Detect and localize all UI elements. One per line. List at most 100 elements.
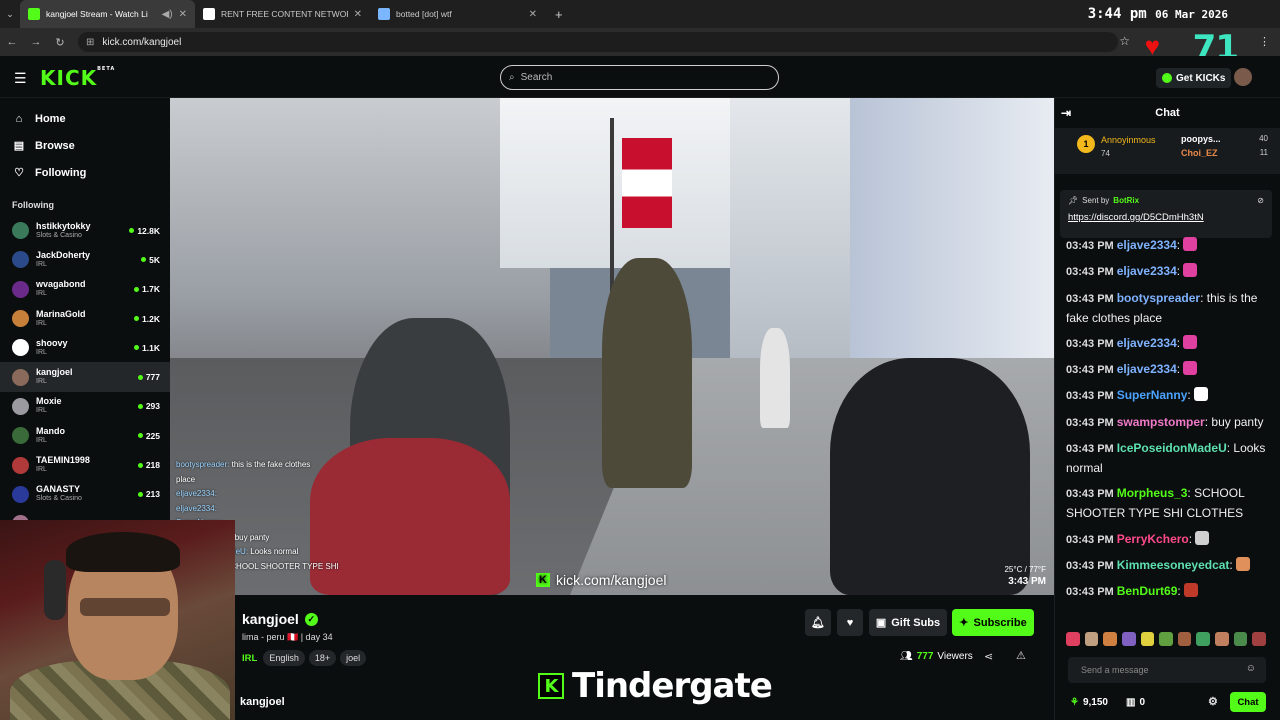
following-item[interactable]: Mando IRL 225	[0, 421, 170, 450]
chat-username[interactable]: IcePoseidonMadeU	[1117, 441, 1227, 455]
report-icon[interactable]: ⚠	[1016, 649, 1026, 662]
close-tab-icon[interactable]: ✕	[529, 9, 537, 20]
chat-message[interactable]: 03:43 PM BenDurt69:	[1066, 582, 1266, 602]
chat-message[interactable]: 03:43 PM bootyspreader: this is the fake …	[1066, 289, 1266, 328]
chat-message[interactable]: 03:43 PM SuperNanny:	[1066, 386, 1266, 406]
following-item[interactable]: shoovy IRL 1.1K	[0, 333, 170, 362]
chat-username[interactable]: Kimmeesoneyedcat	[1117, 558, 1230, 572]
chat-username[interactable]: Morpheus_3	[1117, 486, 1188, 500]
chat-username[interactable]: eljave2334	[1117, 264, 1177, 278]
chat-username[interactable]: PerryKchero	[1117, 532, 1189, 546]
chat-message[interactable]: 03:43 PM IcePoseidonMadeU: Looks normal	[1066, 439, 1266, 478]
emote-icon[interactable]	[1140, 632, 1155, 646]
chat-settings-icon[interactable]: ⚙	[1208, 695, 1218, 708]
send-chat-button[interactable]: Chat	[1230, 692, 1266, 712]
url-field[interactable]: ⊞ kick.com/kangjoel	[78, 32, 1118, 52]
emoji-icon[interactable]: ☺	[1246, 663, 1256, 674]
pinned-message[interactable]: 📌︎ Sent by BotRix ⊘ https://discord.gg/D5CD…	[1060, 190, 1272, 238]
chat-input[interactable]: Send a message ☺	[1068, 657, 1266, 683]
emote-icon[interactable]	[1233, 632, 1248, 646]
following-item[interactable]: hstikkytokky Slots & Casino 12.8K	[0, 216, 170, 245]
following-item[interactable]: TAEMIN1998 IRL 218	[0, 450, 170, 479]
hide-pin-icon[interactable]: ⊘	[1257, 196, 1264, 205]
following-item[interactable]: wvagabond IRL 1.7K	[0, 275, 170, 304]
tag-chip[interactable]: English	[263, 650, 305, 666]
clock-overlay: 3:44 pm 06 Mar 2026	[1088, 6, 1228, 22]
close-tab-icon[interactable]: ✕	[179, 9, 187, 20]
bookmark-star-icon[interactable]: ☆	[1119, 34, 1130, 48]
chat-message[interactable]: 03:43 PM PerryKchero:	[1066, 530, 1266, 550]
chat-message[interactable]: 03:43 PM Morpheus_3: SCHOOL SHOOTER TYPE …	[1066, 484, 1266, 523]
following-item[interactable]: Moxie IRL 293	[0, 392, 170, 421]
forward-icon[interactable]: →	[24, 36, 48, 48]
chat-message[interactable]: 03:43 PM Kimmeesoneyedcat:	[1066, 556, 1266, 576]
chat-message[interactable]: 03:43 PM eljave2334:	[1066, 334, 1266, 354]
sidebar-item-following[interactable]: ♡ Following	[0, 159, 170, 186]
search-input[interactable]: ⌕ Search	[500, 65, 779, 90]
back-icon[interactable]: ←	[0, 36, 24, 48]
video-player[interactable]: bootyspreader: this is the fake clothes p…	[170, 98, 1054, 595]
emote-icon[interactable]	[1121, 632, 1136, 646]
browser-tab-rentfree[interactable]: RENT FREE CONTENT NETWOR ✕	[195, 0, 370, 28]
subscribe-button[interactable]: ✦ Subscribe	[952, 609, 1034, 636]
following-meta: JackDoherty IRL	[36, 250, 134, 270]
viewers-icon: 👥︎	[900, 651, 913, 662]
sidebar-item-browse[interactable]: ▤ Browse	[0, 132, 170, 159]
chat-message[interactable]: 03:43 PM eljave2334:	[1066, 262, 1266, 282]
follow-heart-button[interactable]: ♥	[837, 609, 863, 636]
gift-subs-button[interactable]: ▣ Gift Subs	[869, 609, 947, 636]
audio-icon[interactable]: ◀)	[162, 9, 173, 20]
kicks-balance[interactable]: ▥ 0	[1126, 697, 1145, 708]
user-avatar[interactable]	[1234, 68, 1252, 86]
get-kicks-button[interactable]: Get KICKs	[1156, 68, 1232, 88]
kick-logo[interactable]: KICKBETA	[40, 66, 115, 90]
category-link[interactable]: IRL	[242, 653, 257, 664]
chat-message[interactable]: 03:43 PM swampstomper: buy panty	[1066, 413, 1266, 433]
leader-second-name[interactable]: poopys...	[1181, 134, 1221, 144]
share-icon[interactable]: ⋖	[984, 650, 993, 663]
chat-message[interactable]: 03:43 PM eljave2334:	[1066, 360, 1266, 380]
close-tab-icon[interactable]: ✕	[354, 9, 362, 20]
browser-menu-icon[interactable]: ⋮	[1259, 35, 1270, 48]
emote-icon[interactable]	[1215, 632, 1229, 646]
emote-icon[interactable]	[1159, 632, 1173, 646]
tag-chip[interactable]: joel	[340, 650, 367, 666]
chat-username[interactable]: eljave2334	[1117, 336, 1177, 350]
collapse-chat-icon[interactable]: ⇥	[1061, 106, 1071, 120]
chat-message[interactable]: 03:43 PM eljave2334:	[1066, 236, 1266, 256]
chat-username[interactable]: eljave2334	[1117, 362, 1177, 376]
browser-tab-kick[interactable]: kangjoel Stream - Watch Li ◀) ✕	[20, 0, 195, 28]
chat-username[interactable]: bootyspreader	[1117, 291, 1200, 305]
hamburger-menu-icon[interactable]: ☰	[14, 70, 27, 87]
browser-tab-botted[interactable]: botted [dot] wtf ✕	[370, 0, 545, 28]
leader-first-value: 74	[1101, 149, 1110, 158]
emote-icon[interactable]	[1177, 632, 1192, 646]
sidebar-item-home[interactable]: ⌂ Home	[0, 105, 170, 132]
reload-icon[interactable]: ↻	[48, 36, 72, 49]
emote-icon[interactable]	[1103, 632, 1117, 646]
new-tab-button[interactable]: +	[545, 7, 573, 22]
chat-username[interactable]: eljave2334	[1117, 238, 1177, 252]
chat-username[interactable]: swampstomper	[1117, 415, 1205, 429]
pinned-link[interactable]: https://discord.gg/D5CDmHh3tN	[1068, 212, 1264, 223]
channel-name[interactable]: kangjoel ✓	[242, 611, 318, 627]
chat-username[interactable]: SuperNanny	[1117, 388, 1188, 402]
emote-icon[interactable]	[1084, 632, 1099, 646]
leader-third-name[interactable]: Choi_EZ	[1181, 148, 1218, 158]
channel-name-text: kangjoel	[242, 611, 299, 627]
channel-points[interactable]: ⚘ 9,150	[1070, 697, 1108, 708]
following-viewers: 213	[137, 489, 160, 499]
chat-username[interactable]: BenDurt69	[1117, 584, 1178, 598]
following-item[interactable]: JackDoherty IRL 5K	[0, 245, 170, 274]
tab-list-chevron-icon[interactable]: ⌄	[0, 9, 20, 20]
notification-bell-button[interactable]: 🔔︎	[805, 609, 831, 636]
following-item[interactable]: GANASTY Slots & Casino 213	[0, 480, 170, 509]
following-item[interactable]: kangjoel IRL 777	[0, 362, 170, 392]
emote-icon[interactable]	[1066, 632, 1080, 646]
emote-icon[interactable]	[1252, 632, 1267, 646]
following-item[interactable]: MarinaGold IRL 1.2K	[0, 304, 170, 333]
site-info-icon[interactable]: ⊞	[86, 37, 94, 48]
leader-first-name[interactable]: Annoyinmous	[1101, 135, 1156, 145]
tag-chip[interactable]: 18+	[308, 650, 337, 666]
emote-icon[interactable]	[1196, 632, 1211, 646]
